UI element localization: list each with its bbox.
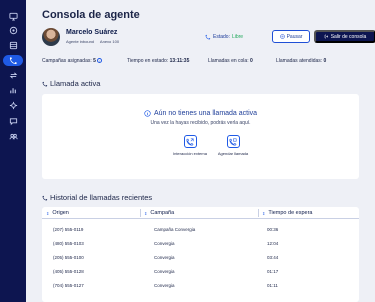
phone-icon[interactable] [6, 55, 20, 65]
column-header-origin[interactable]: ⇕ Origen [46, 210, 69, 216]
column-header-campaign[interactable]: ⇕ Campaña [144, 210, 174, 216]
pause-icon [279, 34, 285, 39]
calendar-icon[interactable] [6, 40, 20, 50]
column-wait-label: Tiempo de espera [268, 210, 313, 216]
stat-queue: Llamadas en cola: 0 [208, 58, 253, 64]
status-label: Estado: [213, 34, 230, 40]
status-value: Libre [231, 34, 244, 40]
cell-origin: (480) 555-0103 [53, 241, 84, 246]
schedule-call-label: Agendar llamada [217, 151, 249, 156]
sidebar [0, 0, 26, 302]
table-row[interactable]: (480) 555-0103 Convergia 12:04 [42, 241, 359, 255]
cell-wait: 01:17 [267, 269, 279, 274]
cell-origin: (405) 555-0128 [53, 269, 84, 274]
status-badge: Estado: Libre [205, 34, 243, 40]
column-divider [258, 209, 259, 217]
history-table: ⇕ Origen ⇕ Campaña ⇕ Tiempo de espera (2… [42, 207, 359, 302]
cell-wait: 00:36 [267, 227, 279, 232]
phone-icon [42, 195, 48, 200]
cell-campaign: Convergia [154, 283, 175, 288]
history-heading: Historial de llamadas recientes [42, 193, 152, 202]
stat-answered: Llamadas atendidas: 0 [276, 58, 326, 64]
chat-icon[interactable] [6, 116, 20, 126]
table-row[interactable]: (704) 555-0127 Convergia 01:11 [42, 283, 359, 297]
agent-annex: Anexo 100 [99, 39, 120, 44]
schedule-call-button[interactable] [226, 135, 240, 148]
info-icon[interactable]: i [97, 58, 103, 64]
cell-origin: (207) 555-0119 [53, 227, 84, 232]
cell-campaign: Convergia [154, 255, 175, 260]
column-divider [140, 209, 141, 217]
table-header: ⇕ Origen ⇕ Campaña ⇕ Tiempo de espera [42, 207, 359, 219]
info-icon [144, 110, 151, 117]
agent-meta: Agente inbound Anexo 100 [66, 39, 124, 44]
external-interaction-action[interactable]: Interacción externa [170, 135, 210, 156]
column-header-wait[interactable]: ⇕ Tiempo de espera [262, 210, 313, 216]
users-icon[interactable] [6, 131, 20, 141]
pause-button[interactable]: Pausar [272, 30, 310, 43]
exit-console-label: Salir de consola [330, 33, 367, 40]
stat-answered-value: 0 [323, 58, 327, 64]
column-campaign-label: Campaña [150, 210, 175, 216]
active-call-heading: Llamada activa [42, 79, 100, 88]
external-interaction-button[interactable] [183, 135, 197, 148]
stat-time-value: 13:11:35 [169, 58, 190, 64]
active-call-card: Aún no tienes una llamada activa Una vez… [42, 94, 359, 179]
phone-external-icon [186, 137, 194, 146]
agent-role: Agente inbound [66, 39, 95, 44]
main-content: Consola de agente Marcelo Suárez Agente … [26, 0, 375, 302]
history-heading-label: Historial de llamadas recientes [50, 193, 153, 202]
table-row[interactable]: (405) 555-0128 Convergia 01:17 [42, 269, 359, 283]
sort-icon: ⇕ [144, 210, 148, 216]
stat-campaigns-value: 5 [93, 58, 96, 64]
stats-icon[interactable] [6, 85, 20, 95]
avatar [42, 28, 60, 46]
sort-icon: ⇕ [46, 210, 50, 216]
transfer-icon[interactable] [6, 70, 20, 80]
phone-schedule-icon [229, 138, 237, 146]
home-icon[interactable] [6, 25, 20, 35]
external-interaction-label: Interacción externa [172, 151, 208, 156]
cell-wait: 03:44 [267, 255, 279, 260]
pause-button-label: Pausar [286, 33, 303, 40]
empty-state-subtitle: Una vez la hayas recibido, podrás verla … [150, 120, 251, 126]
agent-header: Marcelo Suárez Agente inbound Anexo 100 … [42, 27, 375, 51]
stat-queue-label: Llamadas en cola: [208, 58, 249, 64]
phone-icon [42, 81, 48, 86]
cell-campaign: Convergia [154, 269, 175, 274]
empty-state-title-text: Aún no tienes una llamada activa [153, 110, 258, 117]
cell-campaign: Campaña Convergia [154, 227, 196, 232]
phone-status-icon [205, 34, 211, 40]
agent-name: Marcelo Suárez [66, 29, 118, 36]
active-call-heading-label: Llamada activa [50, 79, 101, 88]
sort-icon: ⇕ [262, 210, 266, 216]
column-origin-label: Origen [52, 210, 69, 216]
table-row[interactable]: (205) 555-0100 Convergia 03:44 [42, 255, 359, 269]
stat-time: Tiempo en estado: 13:11:35 [127, 58, 189, 64]
page-title: Consola de agente [42, 9, 140, 21]
settings-icon[interactable] [6, 100, 20, 110]
cell-origin: (205) 555-0100 [53, 255, 84, 260]
exit-icon [324, 34, 329, 39]
cell-wait: 12:04 [267, 241, 279, 246]
empty-state-title: Aún no tienes una llamada activa [42, 110, 359, 117]
stat-answered-label: Llamadas atendidas: [276, 58, 323, 64]
cell-campaign: Convergia [154, 241, 175, 246]
stat-queue-value: 0 [249, 58, 253, 64]
monitor-icon[interactable] [6, 11, 20, 21]
exit-console-button[interactable]: Salir de consola [314, 30, 375, 43]
cell-origin: (704) 555-0127 [53, 283, 84, 288]
stat-campaigns: Campañas asignadas: 5 i [42, 58, 103, 64]
stat-time-label: Tiempo en estado: [127, 58, 169, 64]
cell-wait: 01:11 [267, 283, 278, 288]
table-row[interactable]: (207) 555-0119 Campaña Convergia 00:36 [42, 227, 359, 241]
stat-campaigns-label: Campañas asignadas: [42, 58, 92, 64]
schedule-call-action[interactable]: Agendar llamada [213, 135, 253, 156]
